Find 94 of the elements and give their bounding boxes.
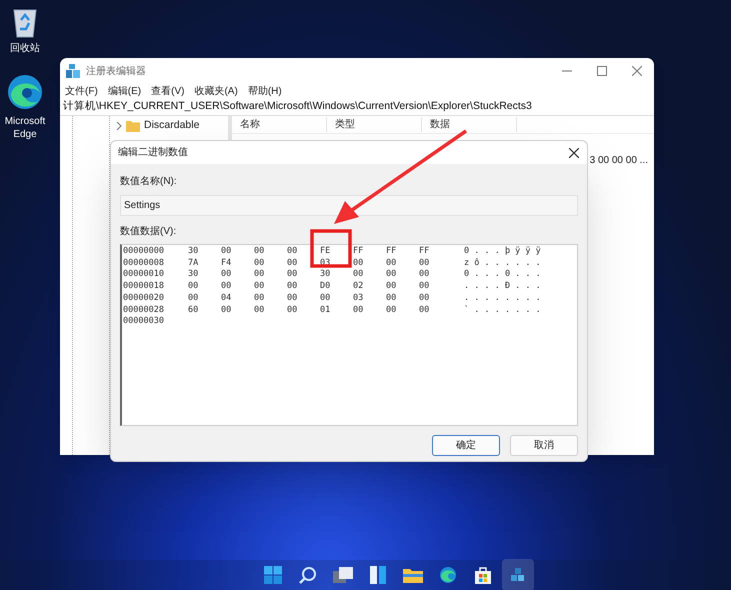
hex-byte[interactable]: 00 [221,246,254,258]
menu-item[interactable]: 查看(V) [151,84,184,99]
hex-byte[interactable]: 00 [254,304,287,316]
hex-byte[interactable]: 00 [419,258,452,270]
column-header[interactable]: 数据 [422,117,517,132]
offset-text: 00000000 [122,246,165,258]
hex-byte[interactable]: 00 [419,304,452,316]
menu-item[interactable]: 帮助(H) [248,84,282,99]
desktop-icon-label[interactable]: Microsoft Edge [0,115,50,141]
store-bag-icon [474,566,492,584]
ascii-text: z ô . . . . . . [464,258,541,270]
hex-byte[interactable]: 00 [287,281,320,293]
desktop-icon-label[interactable]: 回收站 [10,42,40,55]
hex-byte[interactable]: 00 [419,292,452,305]
column-header[interactable]: 名称 [232,117,327,132]
hex-byte[interactable]: F4 [221,258,254,270]
column-header[interactable]: 类型 [327,117,422,132]
highlight-frame [310,229,352,268]
hex-byte[interactable]: 00 [221,281,254,293]
offset-text: 00000010 [122,269,165,282]
value-data-text: 3 00 00 00 ... [590,154,648,168]
ascii-text: . . . . . . . . [464,292,541,305]
hex-byte[interactable]: 00 [287,258,320,270]
hex-byte[interactable]: FF [386,246,419,258]
ascii-text: ` . . . . . . . [464,304,541,316]
window-title: 注册表编辑器 [86,64,147,78]
hex-byte[interactable]: D0 [320,281,353,293]
offset-text: 00000028 [122,304,165,316]
hex-byte[interactable]: 01 [320,304,353,316]
ascii-text: 0 . . . 0 . . . [464,269,541,282]
hex-byte[interactable]: 00 [353,269,386,282]
hex-byte[interactable]: 00 [353,304,386,316]
chevron-icon[interactable] [116,122,122,130]
hex-byte[interactable]: 00 [386,269,419,282]
hex-byte[interactable]: 00 [254,246,287,258]
hex-byte[interactable]: 00 [287,246,320,258]
hex-editor-field[interactable] [120,244,578,426]
hex-byte[interactable]: FE [320,246,353,258]
hex-byte[interactable]: 00 [254,269,287,282]
hex-byte[interactable]: 00 [221,304,254,316]
hex-byte[interactable]: 04 [221,292,254,305]
hex-byte[interactable]: 00 [287,292,320,305]
hex-byte[interactable]: 00 [320,292,353,305]
field-label: 数值名称(N): [120,175,178,189]
stacked-windows-icon [333,567,353,583]
ascii-text: . . . . Ð . . . [464,281,541,293]
windows-logo-icon [264,566,282,584]
cubes-icon [66,64,80,78]
menu-item[interactable]: 收藏夹(A) [194,84,238,99]
hex-byte[interactable]: 00 [221,269,254,282]
offset-text: 00000030 [122,316,165,328]
hex-byte[interactable]: 00 [287,269,320,282]
folder-icon [403,567,423,583]
hex-byte[interactable]: 30 [188,246,221,258]
tree-item[interactable]: Discardable [144,118,200,134]
menu-item[interactable]: 编辑(E) [108,84,142,99]
hex-byte[interactable]: 02 [353,281,386,293]
hex-byte[interactable]: 00 [188,292,221,305]
hex-byte[interactable]: 7A [188,258,221,270]
hex-byte[interactable]: 00 [254,281,287,293]
widgets-icon [370,566,386,584]
address-bar[interactable]: 计算机\HKEY_CURRENT_USER\Software\Microsoft\Windows\CurrentVersion\Explorer\StuckRects3 [60,99,654,116]
hex-byte[interactable]: FF [419,246,452,258]
hex-byte[interactable]: 60 [188,304,221,316]
close-icon[interactable] [569,148,579,158]
offset-text: 00000020 [122,292,165,305]
hex-byte[interactable]: 00 [386,292,419,305]
hex-byte[interactable]: FF [353,246,386,258]
field-label: 数值数据(V): [120,225,178,239]
hex-byte[interactable]: 00 [353,258,386,270]
search-icon [299,566,317,584]
hex-byte[interactable]: 30 [188,269,221,282]
offset-text: 00000008 [122,258,165,270]
menu-item[interactable]: 文件(F) [65,84,98,99]
hex-byte[interactable]: 00 [419,269,452,282]
folder-icon [126,120,140,132]
hex-byte[interactable]: 00 [188,281,221,293]
ascii-text: 0 . . . þ ÿ ÿ ÿ [464,246,541,258]
dialog-button[interactable]: 确定 [432,435,500,456]
value-name-field[interactable]: Settings [120,195,578,216]
dialog-button[interactable]: 取消 [510,435,578,456]
hex-byte[interactable]: 03 [353,292,386,305]
hex-byte[interactable]: 00 [254,292,287,305]
hex-byte[interactable]: 00 [386,258,419,270]
hex-byte[interactable]: 30 [320,269,353,282]
offset-text: 00000018 [122,281,165,293]
cubes-icon [509,566,527,584]
hex-byte[interactable]: 00 [287,304,320,316]
hex-byte[interactable]: 00 [386,304,419,316]
dialog-title: 编辑二进制数值 [118,146,189,160]
hex-byte[interactable]: 00 [419,281,452,293]
maximize-icon[interactable] [597,66,607,76]
hex-byte[interactable]: 00 [254,258,287,270]
hex-byte[interactable]: 00 [386,281,419,293]
